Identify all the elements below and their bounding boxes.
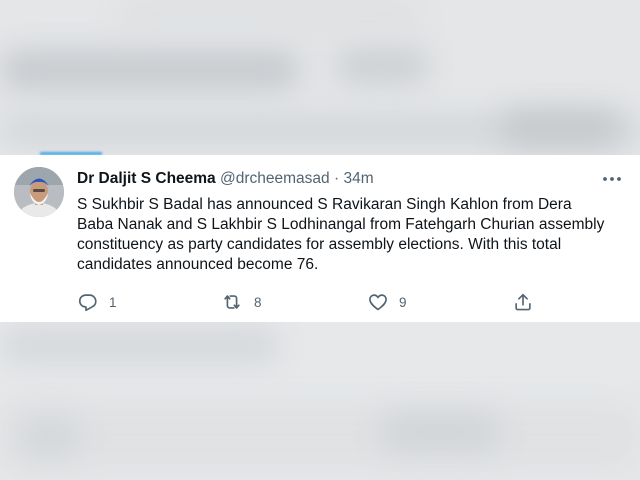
tweet-text-line: S Sukhbir S Badal has announced S Ravika… bbox=[77, 196, 572, 213]
timestamp[interactable]: 34m bbox=[343, 170, 373, 187]
avatar-portrait-icon bbox=[14, 167, 64, 217]
author-handle[interactable]: @drcheemasad bbox=[220, 170, 330, 187]
tweet-text-line: Baba Nanak and S Lakhbir S Lodhinangal f… bbox=[77, 216, 605, 233]
share-button[interactable] bbox=[512, 290, 534, 314]
reply-icon bbox=[78, 294, 97, 312]
heart-icon bbox=[369, 294, 387, 311]
tweet-text: S Sukhbir S Badal has announced S Ravika… bbox=[77, 195, 632, 275]
tweet-header: Dr Daljit S Cheema @drcheemasad · 34m bbox=[77, 169, 374, 189]
retweet-button[interactable]: 8 bbox=[220, 290, 262, 314]
blurred-background-top bbox=[0, 0, 640, 155]
tweet-text-line: candidates announced become 76. bbox=[77, 256, 319, 273]
retweet-count: 8 bbox=[254, 294, 262, 310]
tweet-actions: 1 8 9 bbox=[0, 290, 640, 314]
tweet-card[interactable]: Dr Daljit S Cheema @drcheemasad · 34m S … bbox=[0, 155, 640, 322]
reply-button[interactable]: 1 bbox=[77, 290, 117, 314]
like-count: 9 bbox=[399, 294, 407, 310]
blurred-background-bottom bbox=[0, 322, 640, 480]
more-button[interactable] bbox=[598, 169, 626, 189]
author-name[interactable]: Dr Daljit S Cheema bbox=[77, 170, 216, 187]
more-horizontal-icon bbox=[603, 177, 621, 181]
separator: · bbox=[333, 170, 340, 187]
tweet-text-line: constituency as party candidates for ass… bbox=[77, 236, 562, 253]
retweet-icon bbox=[224, 295, 240, 309]
like-button[interactable]: 9 bbox=[367, 290, 407, 314]
reply-count: 1 bbox=[109, 294, 117, 310]
avatar[interactable] bbox=[14, 167, 64, 217]
share-icon bbox=[515, 293, 531, 311]
